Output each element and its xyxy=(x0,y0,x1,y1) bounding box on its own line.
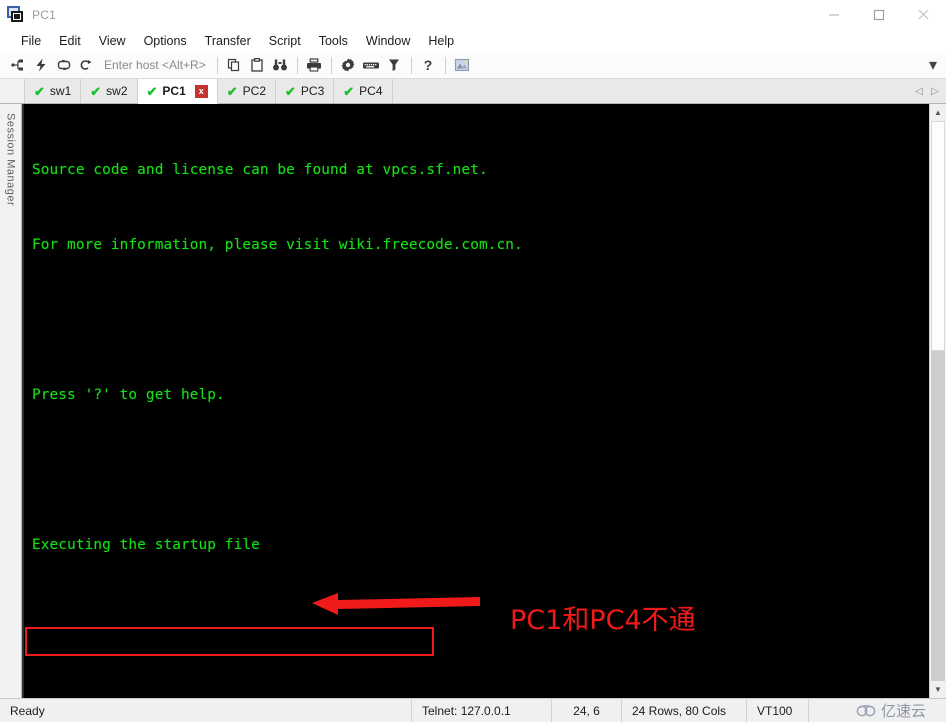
window-title: PC1 xyxy=(32,7,56,22)
status-screen-size: 24 Rows, 80 Cols xyxy=(622,699,747,722)
securecrt-window: PC1 File Edit View Options Transfer Scri… xyxy=(0,0,946,722)
session-manager-bar[interactable]: Session Manager xyxy=(0,104,22,698)
terminal-panel[interactable]: Source code and license can be found at … xyxy=(22,104,929,698)
tab-bar-filler xyxy=(392,79,911,103)
tab-scroll-right-icon[interactable]: ▷ xyxy=(927,79,943,103)
close-button[interactable] xyxy=(901,0,946,30)
status-filler: 亿速云 xyxy=(809,699,946,722)
tab-bar: ✔ sw1 ✔ sw2 ✔ PC1 x ✔ PC2 ✔ PC3 ✔ PC4 ◁ … xyxy=(0,79,946,104)
tab-sw1[interactable]: ✔ sw1 xyxy=(25,79,82,103)
menu-tools[interactable]: Tools xyxy=(310,32,357,50)
check-icon: ✔ xyxy=(285,83,296,99)
check-icon: ✔ xyxy=(343,83,355,99)
status-emulation: VT100 xyxy=(747,699,809,722)
status-connection: Telnet: 127.0.0.1 xyxy=(412,699,552,722)
svg-text:?: ? xyxy=(424,57,433,73)
tab-sw2[interactable]: ✔ sw2 xyxy=(81,79,138,103)
tab-label: PC3 xyxy=(300,84,325,98)
tab-bar-left-pad xyxy=(0,79,25,103)
print-icon[interactable] xyxy=(303,54,326,77)
scrollbar-thumb[interactable] xyxy=(931,121,945,351)
status-cursor-position: 24, 6 xyxy=(552,699,622,722)
scroll-up-button[interactable]: ▲ xyxy=(930,104,946,121)
tab-pc4[interactable]: ✔ PC4 xyxy=(334,79,393,103)
menu-file[interactable]: File xyxy=(12,32,50,50)
status-ready: Ready xyxy=(0,699,412,722)
red-arrow-annotation xyxy=(312,593,480,615)
host-input[interactable]: Enter host <Alt+R> xyxy=(104,58,206,72)
toolbar-overflow-button[interactable]: ▾ xyxy=(924,54,942,77)
terminal-scrollbar[interactable]: ▲ ▼ xyxy=(929,104,946,698)
minimize-button[interactable] xyxy=(811,0,856,30)
tab-close-button[interactable]: x xyxy=(194,84,208,98)
menu-help[interactable]: Help xyxy=(419,32,463,50)
terminal-line: Source code and license can be found at … xyxy=(32,162,488,178)
tab-pc2[interactable]: ✔ PC2 xyxy=(217,79,276,103)
check-icon: ✔ xyxy=(146,83,158,99)
copy-icon[interactable] xyxy=(223,54,246,77)
scrollbar-track[interactable] xyxy=(930,121,946,681)
appearance-icon[interactable] xyxy=(451,54,474,77)
filter-icon[interactable] xyxy=(383,54,406,77)
tab-pc3[interactable]: ✔ PC3 xyxy=(276,79,335,103)
terminal-line: Press '?' to get help. xyxy=(32,387,225,403)
tab-label: PC4 xyxy=(359,84,383,98)
status-bar: Ready Telnet: 127.0.0.1 24, 6 24 Rows, 8… xyxy=(0,698,946,722)
settings-icon[interactable] xyxy=(337,54,360,77)
scroll-down-button[interactable]: ▼ xyxy=(930,681,946,698)
toolbar-separator-2 xyxy=(296,56,298,74)
session-manager-label: Session Manager xyxy=(4,113,17,207)
help-icon[interactable]: ? xyxy=(417,54,440,77)
tab-scroll-left-icon[interactable]: ◁ xyxy=(911,79,927,103)
menu-options[interactable]: Options xyxy=(135,32,196,50)
reconnect-all-icon[interactable] xyxy=(75,54,98,77)
title-bar: PC1 xyxy=(0,0,946,30)
window-controls xyxy=(811,0,946,30)
terminal-line: Executing the startup file xyxy=(32,537,260,553)
menu-script[interactable]: Script xyxy=(260,32,310,50)
paste-icon[interactable] xyxy=(246,54,269,77)
keyboard-icon[interactable] xyxy=(360,54,383,77)
maximize-button[interactable] xyxy=(856,0,901,30)
scrollbar-track-lower[interactable] xyxy=(931,350,945,681)
watermark: 亿速云 xyxy=(855,700,936,721)
check-icon: ✔ xyxy=(90,83,102,99)
check-icon: ✔ xyxy=(34,83,45,99)
tab-label: sw1 xyxy=(49,84,72,98)
tab-pc1[interactable]: ✔ PC1 x xyxy=(137,79,218,104)
menu-transfer[interactable]: Transfer xyxy=(196,32,260,50)
main-area: Session Manager Source code and license … xyxy=(0,104,946,698)
terminal-line: For more information, please visit wiki.… xyxy=(32,237,523,253)
watermark-text: 亿速云 xyxy=(880,702,926,720)
check-icon: ✔ xyxy=(226,83,238,99)
toolbar-separator-5 xyxy=(444,56,446,74)
tab-label: sw2 xyxy=(106,84,128,98)
reconnect-icon[interactable] xyxy=(52,54,75,77)
cloud-logo-icon xyxy=(856,704,876,716)
menu-edit[interactable]: Edit xyxy=(50,32,90,50)
tab-label: PC2 xyxy=(242,84,266,98)
toolbar-separator-3 xyxy=(330,56,332,74)
menu-bar: File Edit View Options Transfer Script T… xyxy=(0,30,946,52)
app-icon xyxy=(7,5,25,24)
quick-connect-icon[interactable] xyxy=(29,54,52,77)
toolbar-separator-1 xyxy=(216,56,218,74)
toolbar: Enter host <Alt+R> ? ▾ xyxy=(0,52,946,79)
menu-view[interactable]: View xyxy=(90,32,135,50)
callout-text: PC1和PC4不通 xyxy=(510,605,696,636)
find-icon[interactable] xyxy=(269,54,292,77)
menu-window[interactable]: Window xyxy=(357,32,419,50)
connect-icon[interactable] xyxy=(6,54,29,77)
tab-scroll-controls: ◁ ▷ xyxy=(911,79,946,103)
toolbar-separator-4 xyxy=(410,56,412,74)
tab-label: PC1 xyxy=(162,84,186,98)
